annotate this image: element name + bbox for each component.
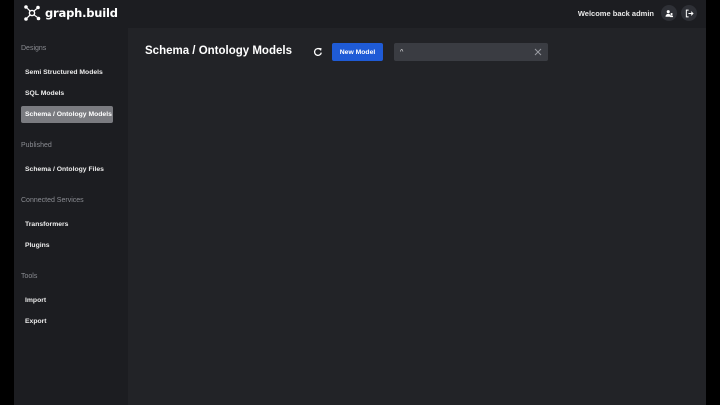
section-label-tools: Tools — [21, 273, 38, 280]
sidebar-item-schema-ontology-models[interactable]: Schema / Ontology Models — [21, 106, 113, 123]
sidebar-item-export[interactable]: Export — [21, 313, 113, 330]
sidebar-item-semi-structured-models[interactable]: Semi Structured Models — [21, 64, 113, 81]
search-input[interactable] — [400, 46, 528, 58]
main-content: Schema / Ontology Models New Model — [128, 28, 706, 405]
top-bar: graph.build Welcome back admin — [14, 0, 706, 28]
page-title: Schema / Ontology Models — [145, 45, 292, 57]
section-label-connected-services: Connected Services — [21, 197, 84, 204]
search-box — [394, 43, 548, 61]
logo[interactable]: graph.build — [23, 4, 118, 22]
sidebar-item-sql-models[interactable]: SQL Models — [21, 85, 113, 102]
users-button[interactable] — [661, 5, 677, 21]
logout-icon — [685, 9, 694, 17]
graph-nodes-icon — [24, 5, 41, 21]
app-window: graph.build Welcome back admin Designs S… — [14, 0, 706, 405]
logout-button[interactable] — [681, 5, 697, 21]
close-icon[interactable] — [534, 48, 542, 56]
sidebar-item-transformers[interactable]: Transformers — [21, 216, 113, 233]
users-icon — [665, 9, 673, 17]
app-name: graph.build — [45, 6, 118, 20]
sidebar-item-import[interactable]: Import — [21, 292, 113, 309]
new-model-button[interactable]: New Model — [332, 43, 383, 61]
sidebar-item-schema-ontology-files[interactable]: Schema / Ontology Files — [21, 161, 113, 178]
welcome-text: Welcome back admin — [577, 9, 654, 18]
section-label-published: Published — [21, 142, 52, 149]
section-label-designs: Designs — [21, 45, 47, 52]
sidebar-item-plugins[interactable]: Plugins — [21, 237, 113, 254]
refresh-icon[interactable] — [313, 47, 323, 57]
sidebar: Designs Semi Structured Models SQL Model… — [14, 28, 128, 405]
